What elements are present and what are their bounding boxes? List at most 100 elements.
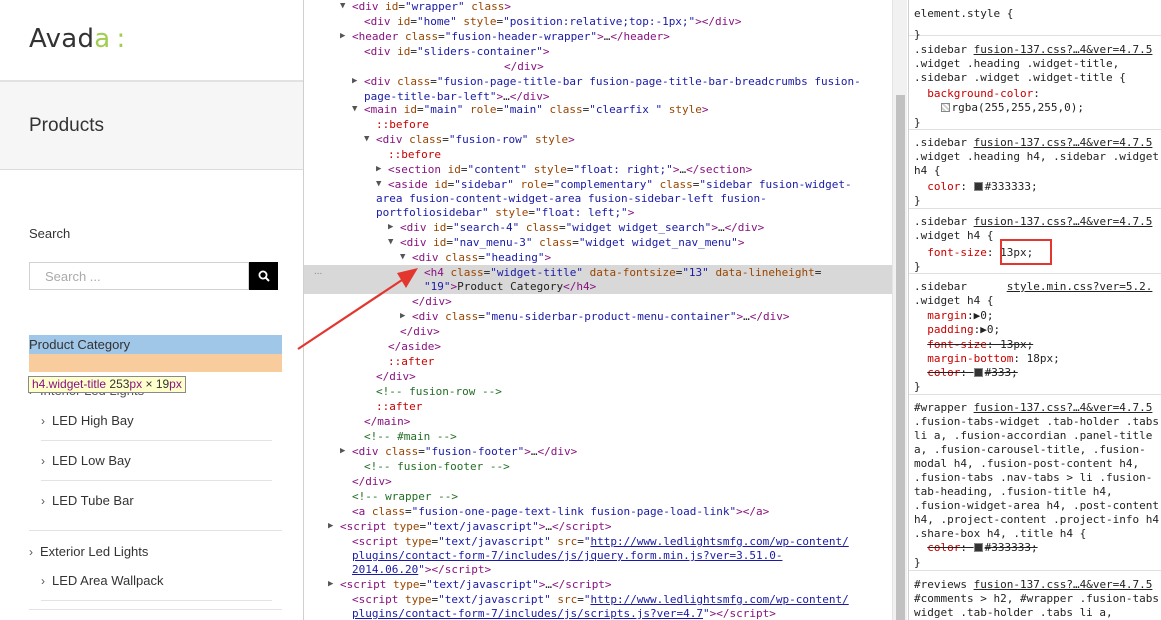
style-rule-line[interactable]: }	[914, 28, 921, 42]
dom-node[interactable]: ▼ <div id="nav_menu-3" class="widget widg…	[304, 235, 744, 250]
expanded-triangle-icon[interactable]: ▼	[340, 0, 345, 14]
expanded-triangle-icon[interactable]: ▼	[388, 235, 393, 250]
collapsed-triangle-icon[interactable]: ▶	[352, 74, 357, 89]
search-input[interactable]	[30, 263, 248, 289]
dom-node[interactable]: ▼ <div class="heading">	[304, 250, 551, 265]
dom-node[interactable]: </div>	[304, 474, 392, 489]
expanded-triangle-icon[interactable]: ▼	[376, 177, 381, 192]
expanded-triangle-icon[interactable]: ▼	[352, 102, 357, 117]
dom-node[interactable]: </div>	[304, 294, 452, 309]
menu-item-led-tube-bar[interactable]: › LED Tube Bar	[41, 493, 134, 508]
dom-node[interactable]: <div id="home" style="position:relative;…	[304, 14, 742, 29]
menu-item-led-high-bay[interactable]: › LED High Bay	[41, 413, 134, 428]
dom-node[interactable]: ▶ <script type="text/javascript">…</scrip…	[304, 577, 612, 592]
style-rule-line[interactable]: widget .tab-holder .tabs li a,	[914, 606, 1113, 620]
menu-item-led-low-bay[interactable]: › LED Low Bay	[41, 453, 131, 468]
dom-node[interactable]: ▼ <div id="wrapper" class>	[304, 0, 511, 14]
style-rule-line[interactable]: }	[914, 380, 921, 394]
collapsed-triangle-icon[interactable]: ▶	[340, 444, 345, 459]
style-rule-line[interactable]: .widget .heading .widget-title,	[914, 57, 1119, 71]
style-rule-line[interactable]: #wrapper fusion-137.css?…4&ver=4.7.5	[914, 401, 1152, 415]
dom-node[interactable]: ▶ <div id="search-4" class="widget widget…	[304, 220, 764, 235]
style-rule-line[interactable]: color: #333333;	[914, 541, 1037, 555]
collapsed-triangle-icon[interactable]: ▶	[340, 29, 345, 44]
dom-node[interactable]: ▶ <div class="menu-siderbar-product-menu-…	[304, 309, 790, 324]
style-rule-line[interactable]: margin:▶0;	[914, 309, 993, 323]
dom-node[interactable]: <!-- wrapper -->	[304, 489, 458, 504]
site-logo[interactable]: Avada:	[29, 24, 126, 54]
dom-node[interactable]: <!-- fusion-row -->	[304, 384, 502, 399]
collapsed-triangle-icon[interactable]: ▶	[400, 309, 405, 324]
dom-node[interactable]: ▼ <div class="fusion-row" style>	[304, 132, 575, 147]
collapsed-triangle-icon[interactable]: ▶	[328, 519, 333, 534]
dom-node[interactable]: ::before	[304, 147, 441, 162]
expanded-triangle-icon[interactable]: ▼	[400, 250, 405, 265]
dom-node[interactable]: ▼ <main id="main" role="main" class="clea…	[304, 102, 708, 117]
style-rule-line[interactable]: margin-bottom: 18px;	[914, 352, 1059, 366]
style-rule-line[interactable]: }	[914, 116, 921, 130]
dom-node[interactable]: </div>	[304, 59, 544, 74]
style-rule-line[interactable]: }	[914, 260, 921, 274]
style-rule-line[interactable]: }	[914, 556, 921, 570]
collapsed-triangle-icon[interactable]: ▶	[328, 577, 333, 592]
dom-node[interactable]: <script type="text/javascript" src="http…	[304, 534, 849, 549]
style-rule-line[interactable]: .fusion-tabs .nav-tabs > li .fusion-	[914, 471, 1152, 485]
expanded-triangle-icon[interactable]: ▼	[364, 132, 369, 147]
dom-node[interactable]: ::before	[304, 117, 429, 132]
style-rule-line[interactable]: padding:▶0;	[914, 323, 1000, 337]
style-rule-line[interactable]: }	[914, 194, 921, 208]
style-rule-line[interactable]: rgba(255,255,255,0);	[914, 101, 1084, 115]
dom-node[interactable]: 2014.06.20"></script>	[304, 562, 491, 577]
dom-node[interactable]: <div id="sliders-container">	[304, 44, 549, 59]
elements-scrollbar[interactable]	[892, 0, 907, 620]
dom-node[interactable]: </main>	[304, 414, 410, 429]
menu-item-led-area-wallpack[interactable]: › LED Area Wallpack	[41, 573, 164, 588]
dom-node[interactable]: plugins/contact-form-7/includes/js/jquer…	[304, 548, 782, 563]
style-rule-line[interactable]: tab-heading, .fusion-title h4,	[914, 485, 1113, 499]
style-rule-line[interactable]: .widget h4 {	[914, 294, 993, 308]
dom-node[interactable]: ▶ <div class="fusion-page-title-bar fusio…	[304, 74, 861, 89]
dom-node[interactable]: ▼ <aside id="sidebar" role="complementary…	[304, 177, 852, 192]
style-rule-line[interactable]: #comments > h2, #wrapper .fusion-tabs	[914, 592, 1159, 606]
style-rule-line[interactable]: .sidebar style.min.css?ver=5.2.	[914, 280, 1152, 294]
dom-node[interactable]: <script type="text/javascript" src="http…	[304, 592, 849, 607]
dom-node[interactable]: ::after	[304, 354, 434, 369]
dom-node[interactable]: ▶ <header class="fusion-header-wrapper">……	[304, 29, 670, 44]
style-rule-line[interactable]: .widget h4 {	[914, 229, 993, 243]
search-field[interactable]	[29, 262, 249, 290]
scrollbar-thumb[interactable]	[896, 95, 905, 620]
style-rule-line[interactable]: .sidebar fusion-137.css?…4&ver=4.7.5	[914, 43, 1152, 57]
style-rule-line[interactable]: .widget .heading h4, .sidebar .widget	[914, 150, 1159, 164]
style-rule-line[interactable]: modal h4, .fusion-post-content h4,	[914, 457, 1139, 471]
menu-category-exterior[interactable]: › Exterior Led Lights	[29, 544, 148, 559]
node-actions-ellipsis[interactable]: ...	[314, 266, 322, 277]
dom-node-selected[interactable]: <h4 class="widget-title" data-fontsize="…	[304, 265, 894, 280]
dom-node[interactable]: ▶ <div class="fusion-footer">…</div>	[304, 444, 577, 459]
style-rule-line[interactable]: .sidebar fusion-137.css?…4&ver=4.7.5	[914, 136, 1152, 150]
style-rule-line[interactable]: .sidebar .widget .widget-title {	[914, 71, 1126, 85]
collapsed-triangle-icon[interactable]: ▶	[388, 220, 393, 235]
style-rule-line[interactable]: .share-box h4, .title h4 {	[914, 527, 1086, 541]
dom-node[interactable]: </div>	[304, 369, 416, 384]
style-rule-line[interactable]: .sidebar fusion-137.css?…4&ver=4.7.5	[914, 215, 1152, 229]
style-rule-line[interactable]: .fusion-tabs-widget .tab-holder .tabs	[914, 415, 1159, 429]
style-rule-line[interactable]: h4 {	[914, 164, 941, 178]
collapsed-triangle-icon[interactable]: ▶	[376, 162, 381, 177]
dom-node[interactable]: <a class="fusion-one-page-text-link fusi…	[304, 504, 769, 519]
dom-node[interactable]: portfoliosidebar" style="float: left;">	[304, 205, 634, 220]
search-button[interactable]	[249, 262, 278, 290]
dom-node[interactable]: </div>	[304, 324, 440, 339]
dom-node[interactable]: <!-- #main -->	[304, 429, 457, 444]
style-rule-line[interactable]: color: #333333;	[914, 180, 1037, 194]
style-rule-line[interactable]: .fusion-widget-area h4, .post-content	[914, 499, 1159, 513]
style-rule-line[interactable]: background-color:	[914, 87, 1040, 101]
style-rule-line[interactable]: element.style {	[914, 7, 1013, 21]
style-rule-line[interactable]: font-size: 13px;	[914, 338, 1033, 352]
dom-node[interactable]: plugins/contact-form-7/includes/js/scrip…	[304, 606, 776, 620]
dom-node[interactable]: area fusion-content-widget-area fusion-s…	[304, 191, 767, 206]
style-rule-line[interactable]: font-size: 13px;	[914, 246, 1033, 260]
dom-node-selected[interactable]: "19">Product Category</h4>	[304, 279, 894, 294]
dom-node[interactable]: </aside>	[304, 339, 441, 354]
dom-node[interactable]: <!-- fusion-footer -->	[304, 459, 510, 474]
dom-node[interactable]: ▶ <script type="text/javascript">…</scrip…	[304, 519, 612, 534]
